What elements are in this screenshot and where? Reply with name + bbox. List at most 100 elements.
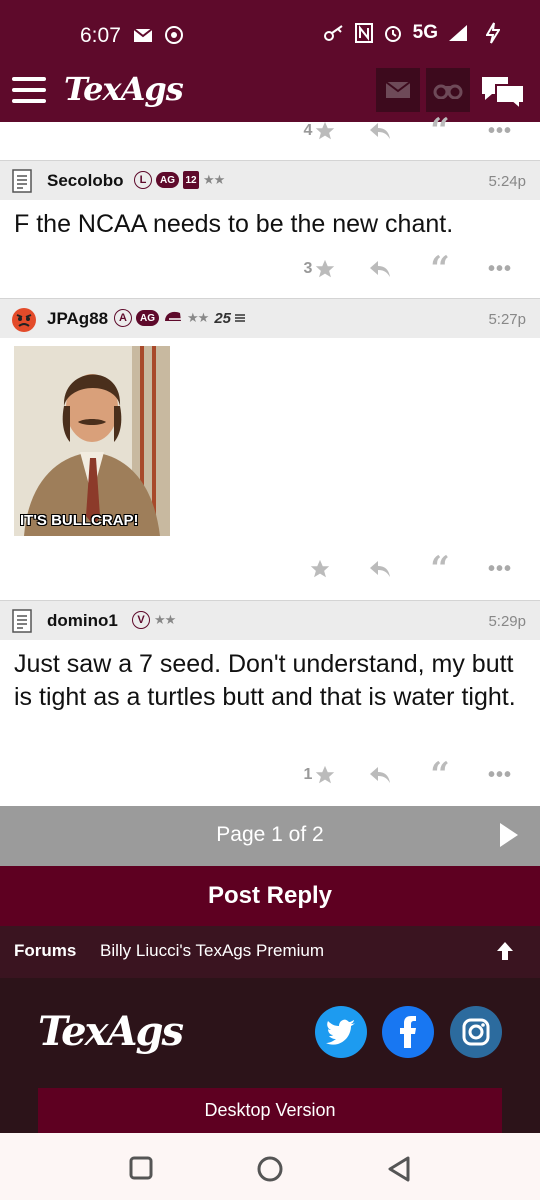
watchlist-button[interactable]	[426, 68, 470, 112]
more-button[interactable]: •••	[470, 764, 530, 787]
post-header: domino1 V ★★ 5:29p	[0, 600, 540, 640]
post-time: 5:24p	[488, 173, 526, 190]
angry-face-avatar-icon	[10, 306, 36, 332]
user-badges: V ★★	[132, 611, 176, 629]
more-button[interactable]: •••	[470, 558, 530, 581]
quote-button[interactable]: “	[410, 252, 470, 286]
star-count: 4	[303, 122, 313, 139]
more-icon: •••	[487, 257, 512, 280]
scroll-top-arrow-icon[interactable]	[496, 940, 514, 967]
quote-icon: “	[430, 111, 450, 151]
star-count: 1	[303, 766, 313, 783]
binoculars-icon	[433, 81, 463, 99]
envelope-icon	[385, 81, 411, 99]
badge-v: V	[132, 611, 150, 629]
home-icon[interactable]	[256, 1155, 284, 1188]
username[interactable]: domino1	[47, 611, 118, 631]
star-button[interactable]: 4	[290, 120, 350, 142]
post-actions: 4 “ •••	[290, 111, 530, 151]
rank-stars-icon: ★★	[187, 310, 209, 325]
desktop-version-button[interactable]: Desktop Version	[38, 1088, 502, 1133]
post-actions: “ •••	[290, 549, 530, 589]
more-icon: •••	[487, 119, 512, 142]
reply-icon	[368, 121, 392, 141]
reply-button[interactable]	[350, 121, 410, 141]
star-icon	[314, 258, 336, 280]
equals-lines-icon	[235, 312, 245, 324]
quote-icon: “	[430, 755, 450, 795]
badge-ag: AG	[136, 310, 159, 326]
post-header: JPAg88 A AG ★★ 25 5:27p	[0, 298, 540, 338]
alarm-icon	[383, 23, 403, 43]
breadcrumb: Forums Billy Liucci's TexAgs Premium	[0, 926, 540, 978]
reply-button[interactable]	[350, 765, 410, 785]
quote-icon: “	[430, 549, 450, 589]
post-body: Just saw a 7 seed. Don't understand, my …	[14, 650, 516, 711]
badge-year: 12	[183, 171, 199, 189]
footer-logo[interactable]: TexAgs	[38, 1008, 184, 1055]
badge-a: A	[114, 309, 132, 327]
quote-button[interactable]: “	[410, 111, 470, 151]
bullcrap-gif-image[interactable]: IT'S BULLCRAP!	[14, 346, 170, 536]
quote-button[interactable]: “	[410, 549, 470, 589]
mail-notification-icon	[133, 26, 153, 44]
more-button[interactable]: •••	[470, 258, 530, 281]
rank-stars-icon: ★★	[203, 172, 225, 187]
username[interactable]: Secolobo	[47, 171, 124, 191]
more-button[interactable]: •••	[470, 120, 530, 143]
star-icon	[309, 558, 331, 580]
star-button[interactable]	[290, 558, 350, 580]
notepad-avatar-icon	[10, 608, 36, 634]
username[interactable]: JPAg88	[47, 309, 108, 329]
badge-ag: AG	[156, 172, 179, 188]
user-badges: A AG ★★ 25	[114, 309, 245, 327]
reply-icon	[368, 559, 392, 579]
signal-icon	[448, 24, 468, 42]
notepad-avatar-icon	[10, 168, 36, 194]
user-badges: L AG 12 ★★	[134, 171, 225, 189]
post-time: 5:29p	[488, 613, 526, 630]
page-indicator: Page 1 of 2	[216, 823, 324, 846]
post-time: 5:27p	[488, 311, 526, 328]
post-reply-button[interactable]: Post Reply	[0, 866, 540, 926]
reply-button[interactable]	[350, 259, 410, 279]
post-actions: 3 “ •••	[290, 252, 530, 286]
quote-button[interactable]: “	[410, 755, 470, 795]
star-icon	[314, 764, 336, 786]
footer: TexAgs Desktop Version	[0, 978, 540, 1133]
breadcrumb-section[interactable]: Billy Liucci's TexAgs Premium	[100, 941, 324, 961]
menu-icon[interactable]	[12, 77, 46, 103]
app-header: TexAgs	[0, 60, 540, 122]
post-actions: 1 “ •••	[290, 755, 530, 795]
badge-l: L	[134, 171, 152, 189]
reply-icon	[368, 259, 392, 279]
battery-charging-icon	[486, 22, 500, 44]
reply-button[interactable]	[350, 559, 410, 579]
next-page-icon[interactable]	[498, 822, 520, 853]
network-label: 5G	[412, 22, 438, 43]
twitter-icon[interactable]	[315, 1006, 367, 1058]
nfc-icon	[354, 23, 373, 43]
back-icon[interactable]	[386, 1155, 412, 1188]
star-button[interactable]: 3	[290, 258, 350, 280]
recents-icon[interactable]	[128, 1155, 154, 1186]
texags-logo[interactable]: TexAgs	[64, 70, 184, 108]
breadcrumb-forums[interactable]: Forums	[14, 941, 76, 961]
more-icon: •••	[487, 763, 512, 786]
post-body: F the NCAA needs to be the new chant.	[14, 210, 454, 238]
post-header: Secolobo L AG 12 ★★ 5:24p	[0, 160, 540, 200]
facebook-icon[interactable]	[382, 1006, 434, 1058]
badge-25: 25	[214, 309, 231, 327]
instagram-icon[interactable]	[450, 1006, 502, 1058]
messages-button[interactable]	[376, 68, 420, 112]
helmet-badge-icon	[163, 309, 183, 327]
star-count: 3	[303, 260, 313, 277]
star-button[interactable]: 1	[290, 764, 350, 786]
more-icon: •••	[487, 557, 512, 580]
android-nav-bar	[0, 1133, 540, 1200]
chat-icon[interactable]	[480, 74, 526, 112]
star-icon	[314, 120, 336, 142]
reply-icon	[368, 765, 392, 785]
chrome-icon	[165, 26, 183, 44]
key-icon	[323, 24, 345, 42]
